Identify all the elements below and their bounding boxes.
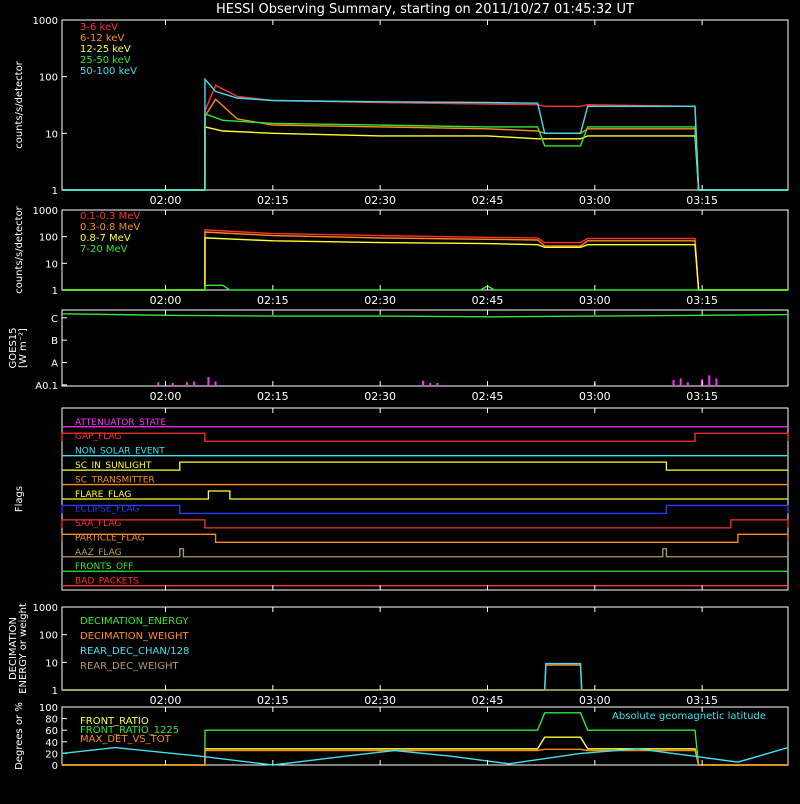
panel-goes-ytick-label: A0.1 (35, 381, 58, 392)
panel-hi-energy-legend-0-8-7-mev: 0.8-7 MeV (80, 233, 131, 244)
panel-goes-ytick-label: A (51, 359, 58, 370)
panel-goes-ytick-label: C (51, 314, 58, 325)
panel-hi-energy-legend-0-3-0-8-mev: 0.3-0.8 MeV (80, 222, 140, 233)
figure-canvas: HESSI Observing Summary, starting on 201… (0, 0, 800, 800)
panel-hi-energy-legend-7-20-mev: 7-20 MeV (80, 244, 128, 255)
panel-lo-energy-legend-12-25-kev: 12-25 keV (80, 44, 131, 55)
figure-title: HESSI Observing Summary, starting on 201… (216, 2, 634, 17)
panel-hi-energy-xtick-label: 02:15 (257, 294, 289, 307)
panel-flags-label-sc-transmitter: SC_TRANSMITTER (75, 476, 155, 486)
panel-lo-energy-xtick-label: 03:15 (686, 194, 718, 207)
panel-lo-energy-ytick-label: 1000 (33, 16, 58, 27)
panel-lo-energy-ytick-label: 100 (39, 73, 58, 84)
panel-ratio-ytick-label: 60 (45, 726, 58, 737)
panel-hi-energy-ylabel: counts/s/detector (14, 205, 25, 293)
panel-lo-energy-xtick-label: 02:30 (364, 194, 396, 207)
panel-goes-xtick-label: 02:30 (364, 390, 396, 403)
panel-ratio-ytick-label: 80 (45, 715, 58, 726)
panel-lo-energy-xtick-label: 02:45 (472, 194, 504, 207)
panel-goes-ytick-label: B (51, 336, 58, 347)
panel-lo-energy-xtick-label: 03:00 (579, 194, 611, 207)
panel-ratio-annotation: Absolute geomagnetic latitude (612, 711, 766, 722)
panel-flags-ylabel: Flags (14, 486, 25, 512)
panel-flags-label-flare-flag: FLARE_FLAG (75, 490, 131, 500)
panel-hi-energy-xtick-label: 02:30 (364, 294, 396, 307)
panel-goes-ylabel-2: [W m⁻²] (18, 328, 29, 368)
panel-decimation-legend-rear-dec-chan-128: REAR_DEC_CHAN/128 (80, 646, 189, 657)
panel-goes-xtick-label: 02:00 (150, 390, 182, 403)
panel-ratio-ytick-label: 100 (39, 703, 58, 714)
panel-lo-energy-legend-25-50-kev: 25-50 keV (80, 55, 131, 66)
panel-goes-xtick-label: 03:00 (579, 390, 611, 403)
panel-decimation-xtick-label: 02:45 (472, 694, 504, 707)
panel-decimation-xtick-label: 02:00 (150, 694, 182, 707)
panel-flags-label-fronts-off: FRONTS_OFF (75, 562, 133, 572)
panel-lo-energy-ytick-label: 10 (45, 129, 58, 140)
panel-lo-energy-legend-50-100-kev: 50-100 keV (80, 66, 137, 77)
panel-decimation-xtick-label: 03:00 (579, 694, 611, 707)
panel-flags-label-eclipse-flag: ECLIPSE_FLAG (75, 504, 139, 514)
panel-flags-label-bad-packets: BAD_PACKETS (75, 577, 139, 587)
panel-decimation-legend-rear-dec-weight: REAR_DEC_WEIGHT (80, 661, 179, 672)
panel-decimation-xtick-label: 02:15 (257, 694, 289, 707)
panel-hi-energy-xtick-label: 02:00 (150, 294, 182, 307)
panel-hi-energy-ytick-label: 10 (45, 259, 58, 270)
panel-flags-label-gap-flag: GAP_FLAG (75, 432, 121, 442)
panel-ratio-legend-max-det-vs-tot: MAX_DET_VS_TOT (80, 734, 172, 745)
hessi-summary-figure: HESSI Observing Summary, starting on 201… (0, 0, 800, 800)
panel-lo-energy-ylabel: counts/s/detector (14, 60, 25, 148)
panel-decimation-xtick-label: 02:30 (364, 694, 396, 707)
panel-ratio-ytick-label: 0 (52, 761, 58, 772)
panel-decimation-ytick-label: 1 (52, 686, 58, 697)
panel-hi-energy-xtick-label: 03:15 (686, 294, 718, 307)
panel-ratio-ylabel: Degrees or % (14, 702, 25, 770)
panel-lo-energy-xtick-label: 02:15 (257, 194, 289, 207)
panel-flags-label-sc-in-sunlight: SC_IN_SUNLIGHT (75, 461, 152, 471)
panel-hi-energy-xtick-label: 03:00 (579, 294, 611, 307)
panel-hi-energy-legend-0-1-0-3-mev: 0.1-0.3 MeV (80, 211, 140, 222)
panel-hi-energy-ytick-label: 100 (39, 233, 58, 244)
panel-lo-energy-xtick-label: 02:00 (150, 194, 182, 207)
panel-decimation-legend-decimation-energy: DECIMATION_ENERGY (80, 616, 189, 627)
panel-goes-xtick-label: 03:15 (686, 390, 718, 403)
panel-decimation-xtick-label: 03:15 (686, 694, 718, 707)
panel-decimation-legend-decimation-weight: DECIMATION_WEIGHT (80, 631, 189, 642)
panel-lo-energy-ytick-label: 1 (52, 186, 58, 197)
panel-decimation-ytick-label: 100 (39, 631, 58, 642)
panel-flags-label-saa-flag: SAA_FLAG (75, 519, 121, 529)
panel-ratio-ytick-label: 40 (45, 738, 58, 749)
panel-decimation-ylabel-2: ENERGY or weight (18, 603, 29, 694)
panel-hi-energy-ytick-label: 1 (52, 286, 58, 297)
panel-flags-label-particle-flag: PARTICLE_FLAG (75, 533, 145, 543)
panel-lo-energy-legend-3-6-kev: 3-6 keV (80, 22, 118, 33)
panel-goes-xtick-label: 02:45 (472, 390, 504, 403)
panel-ratio-ytick-label: 20 (45, 749, 58, 760)
panel-decimation-ytick-label: 1000 (33, 603, 58, 614)
panel-flags-label-non-solar-event: NON_SOLAR_EVENT (75, 447, 165, 457)
panel-hi-energy-ytick-label: 1000 (33, 206, 58, 217)
panel-flags-label-attenuator-state: ATTENUATOR_STATE (75, 418, 167, 428)
panel-flags-label-aaz-flag: AAZ_FLAG (75, 548, 122, 558)
panel-decimation-ytick-label: 10 (45, 658, 58, 669)
panel-goes-xtick-label: 02:15 (257, 390, 289, 403)
panel-lo-energy-legend-6-12-kev: 6-12 keV (80, 33, 124, 44)
panel-hi-energy-xtick-label: 02:45 (472, 294, 504, 307)
